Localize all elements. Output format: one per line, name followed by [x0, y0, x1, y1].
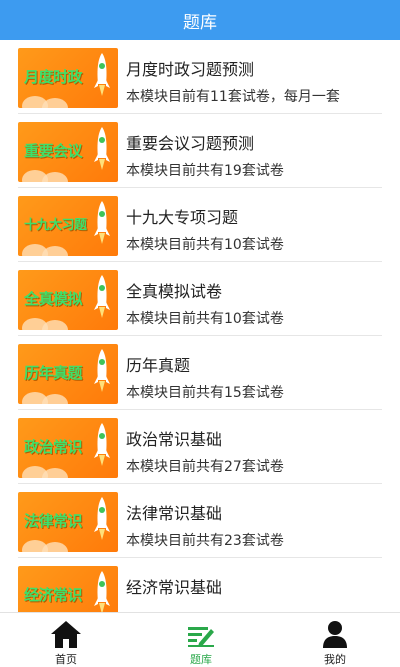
module-thumbnail: 历年真题: [18, 344, 118, 404]
module-title: 政治常识基础: [126, 430, 223, 449]
cloud-decoration: [42, 172, 68, 182]
list-item[interactable]: 十九大习题 十九大专项习题 本模块目前共有10套试卷: [0, 188, 400, 262]
cloud-decoration: [42, 468, 68, 478]
thumbnail-text: 月度时政: [24, 68, 83, 86]
list-item[interactable]: 全真模拟 全真模拟试卷 本模块目前共有10套试卷: [0, 262, 400, 336]
module-description: 本模块目前共有23套试卷: [126, 533, 284, 549]
module-thumbnail: 重要会议: [18, 122, 118, 182]
tab-label: 我的: [324, 653, 346, 666]
module-description: 本模块目前共有10套试卷: [126, 237, 284, 253]
cloud-decoration: [42, 394, 68, 404]
rocket-icon: [94, 53, 110, 96]
profile-icon: [323, 621, 347, 648]
rocket-icon: [94, 127, 110, 170]
module-description: 本模块目前共有10套试卷: [126, 311, 284, 327]
thumbnail-text: 经济常识: [24, 586, 83, 604]
rocket-icon: [94, 571, 110, 612]
question-bank-icon: [188, 627, 214, 647]
module-thumbnail: 法律常识: [18, 492, 118, 552]
thumbnail-text: 全真模拟: [24, 290, 83, 308]
tab-profile[interactable]: 我的: [285, 613, 385, 667]
module-description: 本模块目前共有19套试卷: [126, 163, 284, 179]
cloud-decoration: [42, 98, 68, 108]
module-thumbnail: 月度时政: [18, 48, 118, 108]
module-thumbnail: 经济常识: [18, 566, 118, 612]
home-icon: [51, 621, 81, 648]
tab-question-bank[interactable]: 题库: [151, 613, 251, 667]
module-title: 全真模拟试卷: [126, 282, 223, 301]
list-item[interactable]: 法律常识 法律常识基础 本模块目前共有23套试卷: [0, 484, 400, 558]
bottom-tab-bar: 首页 题库 我的: [0, 612, 400, 667]
tab-label: 题库: [190, 653, 212, 666]
module-title: 重要会议习题预测: [126, 134, 255, 153]
rocket-icon: [94, 423, 110, 466]
module-title: 月度时政习题预测: [126, 60, 255, 79]
list-item[interactable]: 重要会议 重要会议习题预测 本模块目前共有19套试卷: [0, 114, 400, 188]
thumbnail-text: 重要会议: [24, 142, 83, 160]
tab-home[interactable]: 首页: [16, 613, 116, 667]
rocket-icon: [94, 201, 110, 244]
tab-label: 首页: [55, 653, 77, 666]
module-title: 十九大专项习题: [126, 208, 239, 227]
thumbnail-text: 法律常识: [24, 512, 83, 530]
cloud-decoration: [42, 320, 68, 330]
rocket-icon: [94, 275, 110, 318]
module-title: 历年真题: [126, 356, 191, 375]
cloud-decoration: [42, 542, 68, 552]
module-thumbnail: 十九大习题: [18, 196, 118, 256]
module-thumbnail: 全真模拟: [18, 270, 118, 330]
rocket-icon: [94, 497, 110, 540]
module-title: 经济常识基础: [126, 578, 223, 597]
page-title: 题库: [183, 12, 217, 33]
thumbnail-text: 十九大习题: [24, 218, 87, 233]
header-bar: 题库: [0, 0, 400, 40]
thumbnail-text: 政治常识: [24, 438, 83, 456]
thumbnail-text: 历年真题: [24, 364, 83, 382]
module-thumbnail: 政治常识: [18, 418, 118, 478]
list-item[interactable]: 月度时政 月度时政习题预测 本模块目前有11套试卷，每月一套: [0, 40, 400, 114]
list-item[interactable]: 历年真题 历年真题 本模块目前共有15套试卷: [0, 336, 400, 410]
list-item[interactable]: 政治常识 政治常识基础 本模块目前共有27套试卷: [0, 410, 400, 484]
rocket-icon: [94, 349, 110, 392]
module-description: 本模块目前共有15套试卷: [126, 385, 284, 401]
list-item[interactable]: 经济常识 经济常识基础: [0, 558, 400, 612]
exam-module-list[interactable]: 月度时政 月度时政习题预测 本模块目前有11套试卷，每月一套 重要会议 重要会议…: [0, 40, 400, 612]
module-title: 法律常识基础: [126, 504, 223, 523]
module-description: 本模块目前共有27套试卷: [126, 459, 284, 475]
cloud-decoration: [42, 246, 68, 256]
module-description: 本模块目前有11套试卷，每月一套: [126, 89, 340, 105]
